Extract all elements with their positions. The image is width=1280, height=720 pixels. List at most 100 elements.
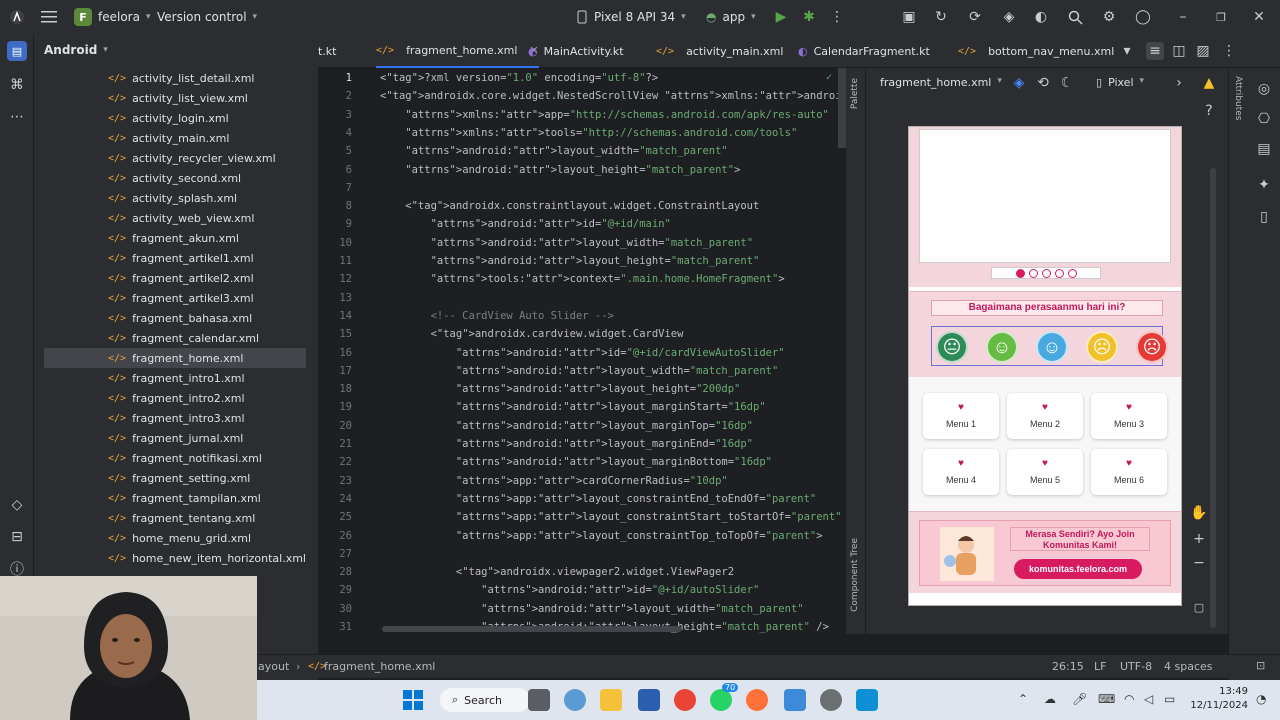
menu-card[interactable]: ♥ Menu 6 [1091,449,1167,495]
tree-item-file[interactable]: </> fragment_artikel2.xml [44,268,306,288]
device-selector[interactable]: Pixel 8 API 34 ▾ [576,10,686,24]
design-view-icon[interactable]: ▨ [1194,42,1212,60]
split-view-icon[interactable]: ◫ [1170,42,1188,60]
tree-item-file[interactable]: </> activity_recycler_view.xml [44,148,306,168]
notification-bell-icon[interactable]: ◔ [1256,692,1266,706]
tree-item-file[interactable]: </> fragment_artikel3.xml [44,288,306,308]
code-line[interactable]: "attrns">app:"attr">cardCornerRadius="10… [380,475,728,487]
tree-item-file[interactable]: </> activity_splash.xml [44,188,306,208]
code-line[interactable]: "attrns">tools:"attr">context=".main.hom… [380,273,785,285]
close-icon[interactable]: ✕ [1250,8,1268,26]
clock[interactable]: 13:49 12/11/2024 [1188,685,1248,713]
palette-label[interactable]: Palette [850,78,860,109]
minimize-icon[interactable]: – [1174,8,1192,26]
auto-slider-card[interactable] [919,129,1171,263]
code-line[interactable]: "attrns">xmlns:"attr">tools="http://sche… [380,127,797,139]
line-separator[interactable]: LF [1094,660,1106,673]
code-line[interactable]: "attrns">android:"attr">layout_width="ma… [380,145,727,157]
chrome-icon[interactable] [674,689,696,711]
code-line[interactable]: "attrns">app:"attr">layout_constraintTop… [380,530,823,542]
menu-card[interactable]: ♥ Menu 2 [1007,393,1083,439]
orientation-icon[interactable]: ⟲ [1034,74,1052,92]
indent-setting[interactable]: 4 spaces [1164,660,1213,673]
taskbar-search[interactable]: ⌕ Search [440,688,530,712]
code-line[interactable]: <"tag">androidx.core.widget.NestedScroll… [380,90,846,102]
tab-bottom-nav-menu-xml[interactable]: </> bottom_nav_menu.xml [958,34,1114,68]
gem-icon[interactable]: ◇ [8,496,26,514]
restore-icon[interactable]: ❐ [1212,8,1230,26]
version-control-menu[interactable]: Version control ▾ [157,10,257,24]
debug-icon[interactable]: ✱ [800,8,818,26]
editor-scrollbar[interactable] [838,68,846,148]
chevron-right-icon[interactable]: › [1170,74,1188,92]
resource-manager-icon[interactable]: ⌘ [8,76,26,94]
code-view-icon[interactable]: ≡ [1146,42,1164,60]
search-icon[interactable] [1066,8,1084,26]
night-mode-icon[interactable]: ☾ [1058,74,1076,92]
breadcrumb-layout[interactable]: ayout [258,660,289,673]
tree-item-file[interactable]: </> fragment_intro2.xml [44,388,306,408]
code-line[interactable]: "attrns">app:"attr">layout_constraintSta… [380,511,842,523]
device-manager-icon[interactable]: ▣ [900,8,918,26]
attributes-label[interactable]: Attributes [1233,76,1243,120]
android-studio-task-icon[interactable] [784,689,806,711]
tree-item-file[interactable]: </> fragment_jurnal.xml [44,428,306,448]
code-line[interactable]: "attrns">android:"attr">layout_width="ma… [380,237,753,249]
code-line[interactable]: <"tag">?xml version="1.0" encoding="utf-… [380,72,658,84]
tab-activity-main-xml[interactable]: </> activity_main.xml [656,34,783,68]
warning-icon[interactable]: ▲ [1200,74,1218,92]
settings-app-icon[interactable] [820,689,842,711]
volume-icon[interactable]: ◁ [1144,692,1153,706]
gemini-icon[interactable]: ✦ [1255,176,1273,194]
zoom-fit-icon[interactable]: ▢ [1190,598,1208,616]
design-surface-icon[interactable]: ◈ [1010,74,1028,92]
tree-item-file[interactable]: </> fragment_home.xml [44,348,306,368]
gradle-icon[interactable]: ◐ [1032,8,1050,26]
firefox-icon[interactable] [746,689,768,711]
more-options-icon[interactable]: ⋮ [1220,42,1238,60]
tab-calendar-fragment-kt[interactable]: ◐ CalendarFragment.kt [798,34,930,68]
tab-t-kt[interactable]: t.kt [318,34,337,68]
task-view-icon[interactable] [528,689,550,711]
store-icon[interactable] [638,689,660,711]
code-line[interactable]: "attrns">android:"attr">layout_marginTop… [380,420,753,432]
help-icon[interactable]: ? [1200,102,1218,120]
menu-card[interactable]: ♥ Menu 5 [1007,449,1083,495]
tree-item-file[interactable]: </> activity_second.xml [44,168,306,188]
notifications-icon[interactable]: ◎ [1255,80,1273,98]
tree-item-file[interactable]: </> home_new_item_horizontal.xml [44,548,306,568]
slider-dot[interactable] [1067,268,1077,278]
tree-item-file[interactable]: </> fragment_artikel1.xml [44,248,306,268]
notepad-icon[interactable] [856,689,878,711]
run-icon[interactable]: ▶ [772,8,790,26]
code-line[interactable]: "attrns">android:"attr">layout_marginEnd… [380,438,753,450]
code-line[interactable]: "attrns">android:"attr">layout_height="m… [380,164,740,176]
code-line[interactable]: "attrns">android:"attr">id="@+id/autoSli… [380,584,759,596]
code-line[interactable]: "attrns">android:"attr">layout_width="ma… [380,603,803,615]
tree-item-file[interactable]: </> activity_web_view.xml [44,208,306,228]
code-line[interactable]: <"tag">androidx.constraintlayout.widget.… [380,200,759,212]
tree-item-file[interactable]: </> fragment_tampilan.xml [44,488,306,508]
code-line[interactable]: "attrns">xmlns:"attr">app="http://schema… [380,109,829,121]
tree-item-file[interactable]: </> fragment_tentang.xml [44,508,306,528]
code-line[interactable]: <"tag">androidx.cardview.widget.CardView [380,328,684,340]
project-tool-icon[interactable]: ▤ [7,41,27,61]
code-editor[interactable]: 1 <"tag">?xml version="1.0" encoding="utf… [318,68,846,634]
project-selector[interactable]: F feelora ▾ [74,8,150,26]
code-line[interactable]: "attrns">android:"attr">layout_height="2… [380,383,741,395]
tree-item-file[interactable]: </> fragment_bahasa.xml [44,308,306,328]
tree-item-file[interactable]: </> activity_list_detail.xml [44,68,306,88]
tree-item-file[interactable]: </> fragment_intro3.xml [44,408,306,428]
menu-card[interactable]: ♥ Menu 1 [923,393,999,439]
main-menu-icon[interactable] [40,8,58,26]
mood-emoji-icon[interactable]: ☹︎ [1086,331,1118,363]
code-line[interactable]: "attrns">android:"attr">layout_marginBot… [380,456,772,468]
tree-item-file[interactable]: </> fragment_setting.xml [44,468,306,488]
code-line[interactable]: "attrns">android:"attr">id="@+id/main" [380,218,671,230]
slider-dot[interactable] [1041,268,1051,278]
slider-dot[interactable] [1015,268,1025,278]
community-link-button[interactable]: komunitas.feelora.com [1014,559,1142,579]
whatsapp-icon[interactable]: 70 [710,683,739,711]
tree-item-file[interactable]: </> activity_main.xml [44,128,306,148]
slider-dot[interactable] [1028,268,1038,278]
